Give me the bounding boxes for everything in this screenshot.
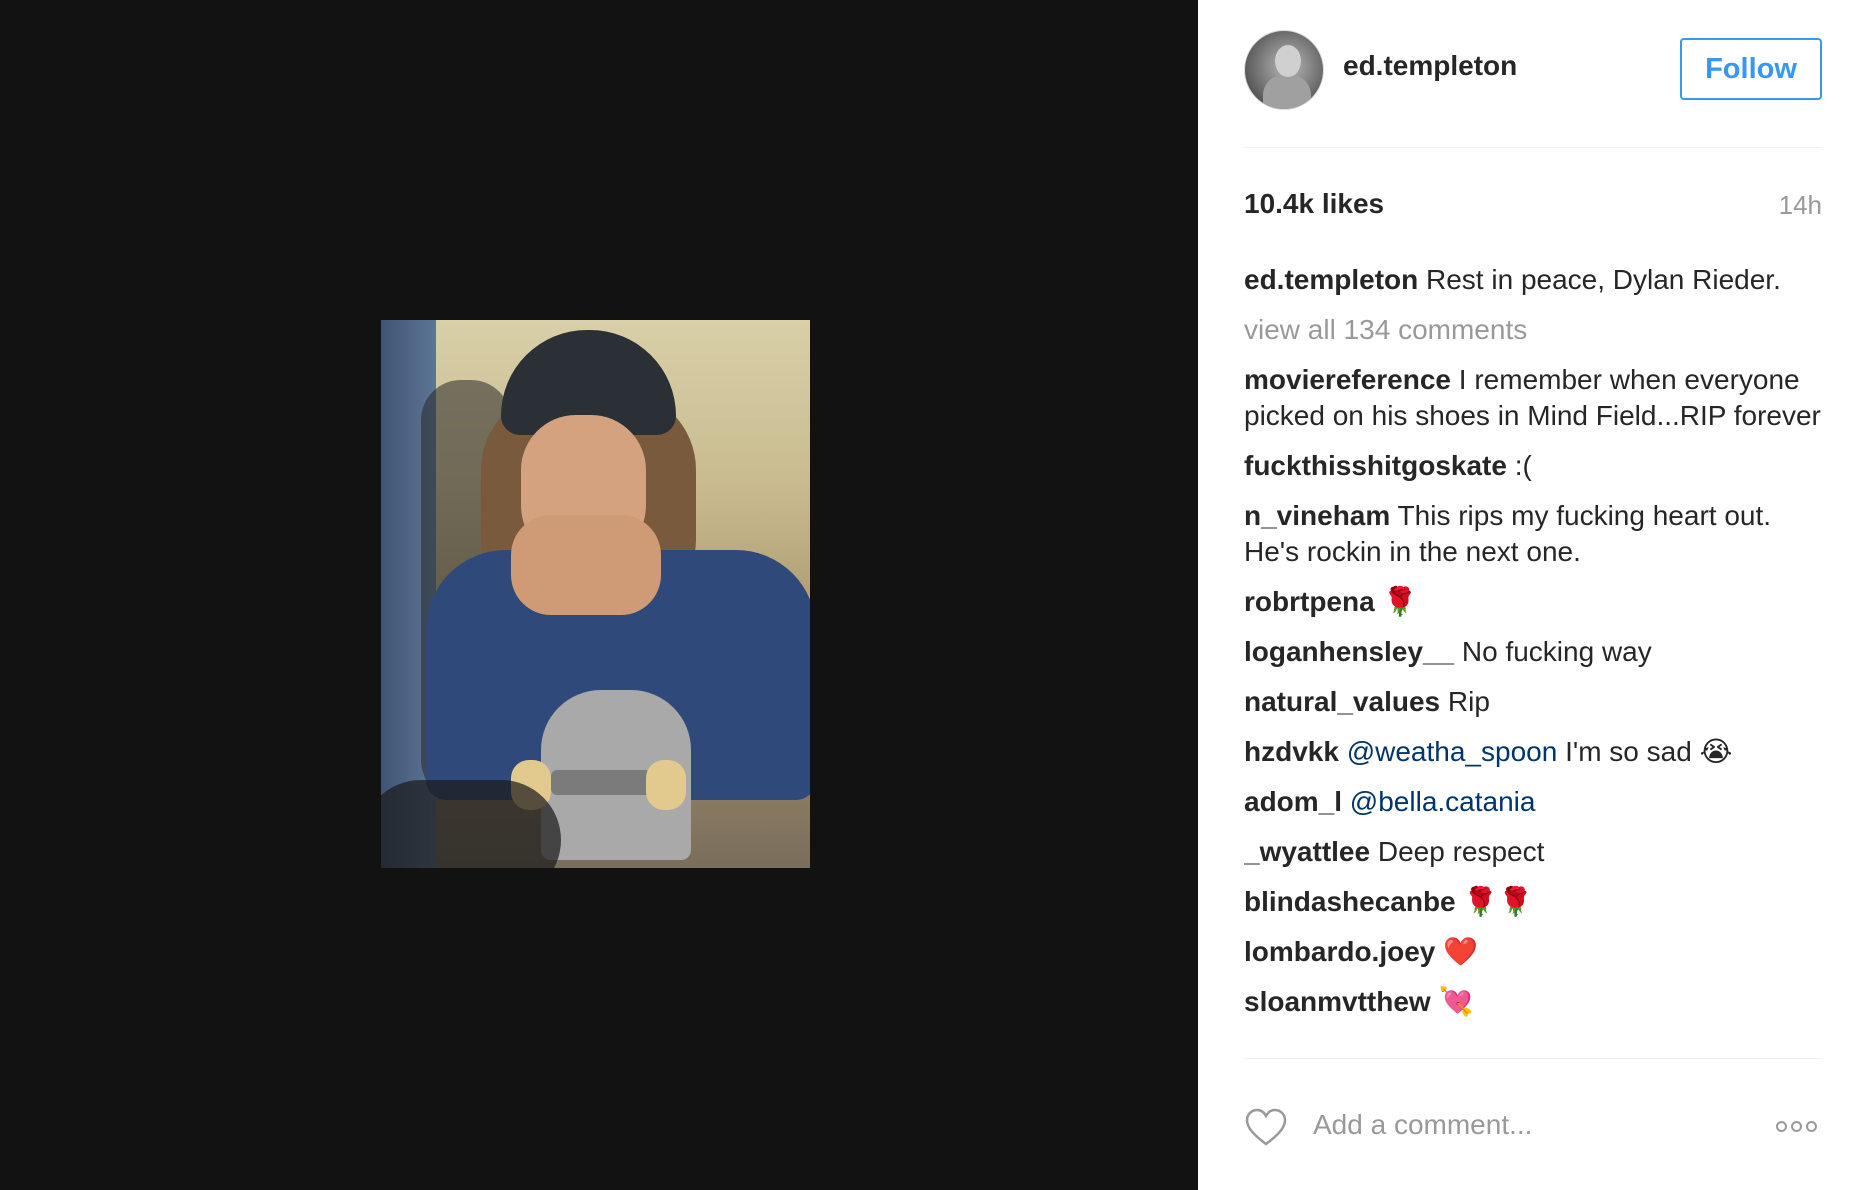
comment-username[interactable]: fuckthisshitgoskate [1244, 450, 1507, 481]
follow-button[interactable]: Follow [1680, 38, 1822, 100]
likes-count[interactable]: 10.4k likes [1244, 188, 1384, 220]
comment-item: _wyattlee Deep respect [1244, 834, 1822, 870]
comment-text: ❤️ [1435, 936, 1479, 967]
comment-item: lombardo.joey ❤️ [1244, 934, 1822, 970]
dot [1806, 1121, 1817, 1132]
comment-username[interactable]: n_vineham [1244, 500, 1390, 531]
comment-username[interactable]: _wyattlee [1244, 836, 1370, 867]
caption: ed.templeton Rest in peace, Dylan Rieder… [1244, 262, 1822, 298]
photo-foreground-blur [381, 780, 561, 868]
more-options-icon[interactable] [1776, 1119, 1824, 1133]
comment-username[interactable]: blindashecanbe [1244, 886, 1456, 917]
caption-username[interactable]: ed.templeton [1244, 264, 1418, 295]
timestamp[interactable]: 14h [1779, 190, 1822, 221]
post-header: ed.templeton Follow [1198, 0, 1860, 148]
comments-list: ed.templeton Rest in peace, Dylan Rieder… [1244, 262, 1822, 1057]
comment-text: 💘 [1430, 986, 1474, 1017]
comment-text: 🌹 [1374, 586, 1418, 617]
comment-text: :( [1506, 450, 1532, 481]
comment-item: fuckthisshitgoskate :( [1244, 448, 1822, 484]
media-viewer [0, 0, 1198, 1190]
comment-text: Deep respect [1370, 836, 1545, 867]
avatar-head [1275, 45, 1301, 77]
photo-wheel [646, 760, 686, 810]
comment-item: loganhensley__ No fucking way [1244, 634, 1822, 670]
comment-text: No fucking way [1454, 636, 1652, 667]
comment-username[interactable]: moviereference [1244, 364, 1451, 395]
comment-username[interactable]: loganhensley__ [1244, 636, 1454, 667]
avatar[interactable] [1244, 30, 1324, 110]
comment-mention[interactable]: @weatha_spoon [1339, 736, 1558, 767]
comment-item: natural_values Rip [1244, 684, 1822, 720]
comment-item: blindashecanbe 🌹🌹 [1244, 884, 1822, 920]
comment-username[interactable]: hzdvkk [1244, 736, 1339, 767]
view-all-comments-link[interactable]: view all 134 comments [1244, 312, 1822, 348]
post-photo[interactable] [381, 320, 810, 868]
post-footer: Add a comment... [1198, 1059, 1860, 1190]
photo-hands [511, 515, 661, 615]
comment-text: 🌹🌹 [1455, 886, 1534, 917]
comment-text: Rip [1440, 686, 1490, 717]
comment-item: robrtpena 🌹 [1244, 584, 1822, 620]
photo-truck [551, 770, 651, 795]
add-comment-input[interactable]: Add a comment... [1313, 1109, 1532, 1141]
username-link[interactable]: ed.templeton [1343, 50, 1517, 82]
comment-username[interactable]: lombardo.joey [1244, 936, 1435, 967]
comment-text: I'm so sad 😭 [1557, 736, 1733, 767]
avatar-body [1263, 75, 1311, 109]
comment-item: hzdvkk @weatha_spoon I'm so sad 😭 [1244, 734, 1822, 770]
dot [1776, 1121, 1787, 1132]
comment-item: n_vineham This rips my fucking heart out… [1244, 498, 1822, 570]
comment-item: adom_l @bella.catania [1244, 784, 1822, 820]
caption-text: Rest in peace, Dylan Rieder. [1418, 264, 1781, 295]
comment-item: sloanmvtthew 💘 [1244, 984, 1822, 1020]
comment-mention[interactable]: @bella.catania [1342, 786, 1536, 817]
comment-username[interactable]: adom_l [1244, 786, 1342, 817]
comment-item: moviereference I remember when everyone … [1244, 362, 1822, 434]
comment-username[interactable]: sloanmvtthew [1244, 986, 1431, 1017]
heart-outline-icon[interactable] [1244, 1107, 1288, 1147]
dot [1791, 1121, 1802, 1132]
comment-username[interactable]: natural_values [1244, 686, 1440, 717]
divider [1244, 147, 1822, 148]
comment-username[interactable]: robrtpena [1244, 586, 1375, 617]
post-sidebar: ed.templeton Follow 10.4k likes 14h ed.t… [1198, 0, 1860, 1190]
